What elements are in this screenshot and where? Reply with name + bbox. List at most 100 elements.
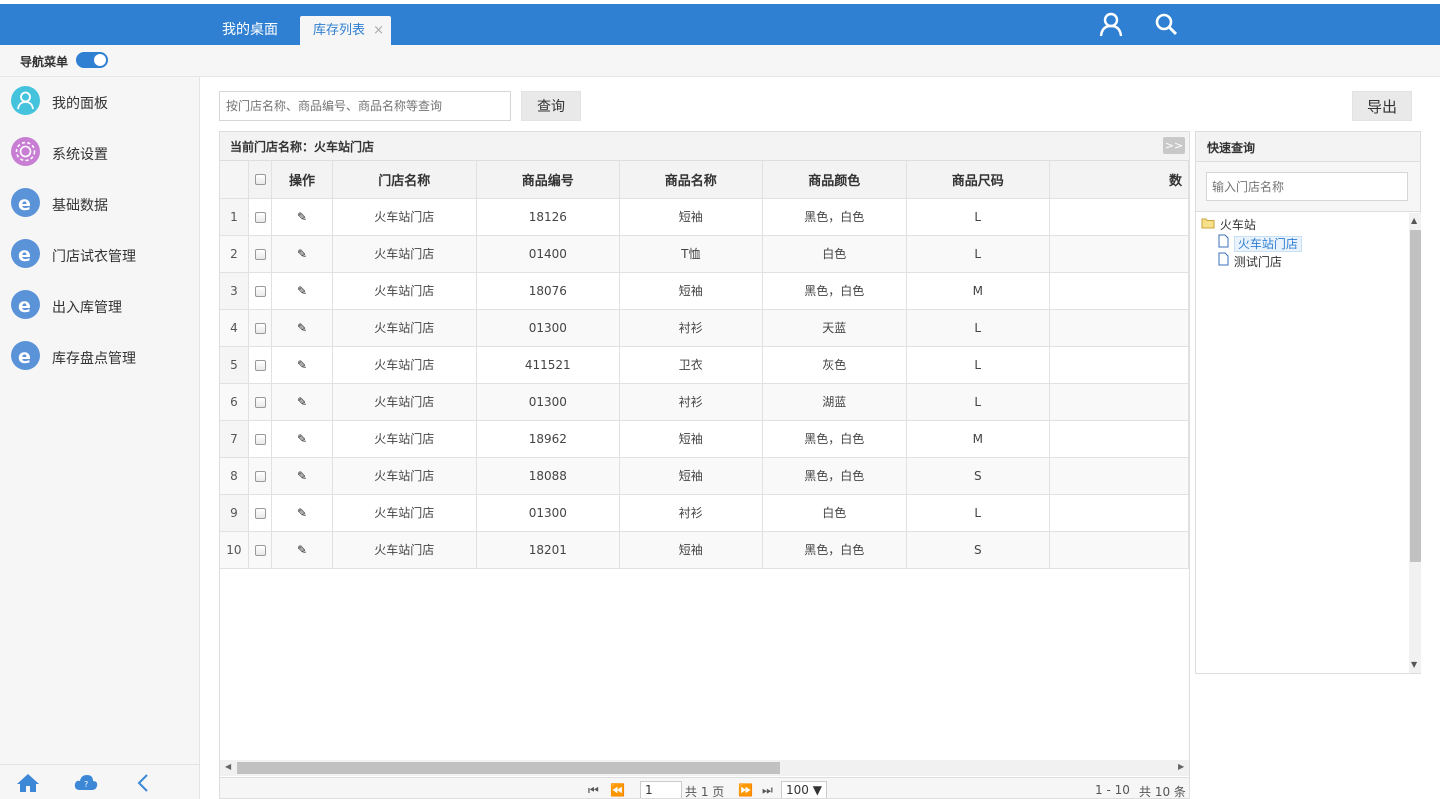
scroll-up-arrow[interactable]: ▲ bbox=[1411, 216, 1417, 225]
row-edit-cell[interactable]: ✎ bbox=[271, 309, 333, 347]
row-select-cell[interactable] bbox=[248, 272, 273, 310]
sidebar-item-system-settings[interactable]: 系统设置 bbox=[0, 131, 200, 177]
vertical-scrollbar[interactable]: ▲ ▼ bbox=[1409, 213, 1421, 673]
tab-label: 库存列表 bbox=[313, 23, 366, 38]
table-row[interactable]: 3 ✎ 火车站门店 18076 短袖 黑色，白色 M bbox=[220, 272, 1189, 310]
sidebar-item-basic-data[interactable]: e 基础数据 bbox=[0, 182, 200, 228]
home-icon[interactable] bbox=[16, 773, 40, 797]
cloud-help-icon[interactable]: ? bbox=[74, 773, 98, 795]
row-edit-cell[interactable]: ✎ bbox=[271, 272, 333, 310]
table-row[interactable]: 9 ✎ 火车站门店 01300 衬衫 白色 L bbox=[220, 494, 1189, 532]
row-edit-cell[interactable]: ✎ bbox=[271, 531, 333, 569]
edit-pencil-icon[interactable]: ✎ bbox=[297, 469, 307, 483]
horizontal-scrollbar[interactable]: ◀ ▶ bbox=[220, 760, 1189, 776]
column-header[interactable]: 商品颜色 bbox=[762, 161, 907, 199]
tree-root-node[interactable]: 火车站 bbox=[1201, 216, 1256, 233]
row-checkbox[interactable] bbox=[254, 507, 266, 519]
row-edit-cell[interactable]: ✎ bbox=[271, 235, 333, 273]
sidebar-item-stock-in-out[interactable]: e 出入库管理 bbox=[0, 284, 200, 330]
expand-panel-button[interactable]: >> bbox=[1163, 137, 1185, 154]
scroll-left-arrow[interactable]: ◀ bbox=[225, 762, 231, 771]
sidebar-item-my-panel[interactable]: 我的面板 bbox=[0, 80, 200, 126]
table-row[interactable]: 1 ✎ 火车站门店 18126 短袖 黑色，白色 L bbox=[220, 198, 1189, 236]
row-select-cell[interactable] bbox=[248, 235, 273, 273]
query-button[interactable]: 查询 bbox=[521, 91, 581, 121]
row-select-cell[interactable] bbox=[248, 346, 273, 384]
row-edit-cell[interactable]: ✎ bbox=[271, 383, 333, 421]
user-icon[interactable] bbox=[1098, 12, 1124, 38]
collapse-left-icon[interactable] bbox=[136, 773, 150, 797]
column-header[interactable]: 商品名称 bbox=[619, 161, 763, 199]
row-edit-cell[interactable]: ✎ bbox=[271, 420, 333, 458]
horizontal-scrollbar-thumb[interactable] bbox=[237, 762, 780, 774]
table-row[interactable]: 6 ✎ 火车站门店 01300 衬衫 湖蓝 L bbox=[220, 383, 1189, 421]
edit-pencil-icon[interactable]: ✎ bbox=[297, 506, 307, 520]
search-icon[interactable] bbox=[1154, 12, 1180, 38]
table-row[interactable]: 10 ✎ 火车站门店 18201 短袖 黑色，白色 S bbox=[220, 531, 1189, 569]
scroll-down-arrow[interactable]: ▼ bbox=[1411, 660, 1417, 669]
vertical-scrollbar-thumb[interactable] bbox=[1410, 230, 1421, 562]
edit-pencil-icon[interactable]: ✎ bbox=[297, 358, 307, 372]
product-size-cell: M bbox=[906, 272, 1050, 310]
edit-pencil-icon[interactable]: ✎ bbox=[297, 432, 307, 446]
select-all-header[interactable] bbox=[248, 161, 273, 199]
close-icon[interactable]: × bbox=[373, 16, 384, 45]
edit-pencil-icon[interactable]: ✎ bbox=[297, 210, 307, 224]
edit-pencil-icon[interactable]: ✎ bbox=[297, 321, 307, 335]
row-select-cell[interactable] bbox=[248, 383, 273, 421]
row-edit-cell[interactable]: ✎ bbox=[271, 198, 333, 236]
page-size-select[interactable]: 100 ▼ bbox=[781, 781, 827, 798]
search-input[interactable] bbox=[219, 91, 511, 121]
store-name-input[interactable] bbox=[1206, 172, 1408, 201]
tab-inventory-list[interactable]: 库存列表 × bbox=[300, 16, 391, 45]
tree-node-train-station-store[interactable]: 火车站门店 bbox=[1217, 234, 1302, 252]
sidebar-item-fitting-management[interactable]: e 门店试衣管理 bbox=[0, 233, 200, 279]
export-button[interactable]: 导出 bbox=[1352, 91, 1412, 121]
select-all-checkbox[interactable] bbox=[254, 173, 266, 185]
row-select-cell[interactable] bbox=[248, 457, 273, 495]
product-color-cell: 天蓝 bbox=[762, 309, 907, 347]
edit-pencil-icon[interactable]: ✎ bbox=[297, 395, 307, 409]
table-row[interactable]: 7 ✎ 火车站门店 18962 短袖 黑色，白色 M bbox=[220, 420, 1189, 458]
row-checkbox[interactable] bbox=[254, 433, 266, 445]
table-row[interactable]: 8 ✎ 火车站门店 18088 短袖 黑色，白色 S bbox=[220, 457, 1189, 495]
row-select-cell[interactable] bbox=[248, 309, 273, 347]
row-select-cell[interactable] bbox=[248, 531, 273, 569]
row-select-cell[interactable] bbox=[248, 198, 273, 236]
row-number-header bbox=[220, 161, 249, 199]
row-checkbox[interactable] bbox=[254, 359, 266, 371]
column-header[interactable]: 门店名称 bbox=[332, 161, 477, 199]
last-page-icon[interactable]: ⏭ bbox=[762, 783, 773, 798]
first-page-icon[interactable]: ⏮ bbox=[588, 783, 599, 798]
row-checkbox[interactable] bbox=[254, 211, 266, 223]
scroll-right-arrow[interactable]: ▶ bbox=[1178, 762, 1184, 771]
tab-desktop[interactable]: 我的桌面 bbox=[222, 16, 278, 45]
row-edit-cell[interactable]: ✎ bbox=[271, 457, 333, 495]
row-checkbox[interactable] bbox=[254, 544, 266, 556]
row-checkbox[interactable] bbox=[254, 322, 266, 334]
row-checkbox[interactable] bbox=[254, 470, 266, 482]
edit-pencil-icon[interactable]: ✎ bbox=[297, 543, 307, 557]
prev-page-icon[interactable]: ⏪ bbox=[610, 783, 625, 797]
tree-node-test-store[interactable]: 测试门店 bbox=[1217, 252, 1282, 270]
row-edit-cell[interactable]: ✎ bbox=[271, 494, 333, 532]
column-header[interactable]: 数 bbox=[1049, 161, 1189, 199]
row-select-cell[interactable] bbox=[248, 420, 273, 458]
row-checkbox[interactable] bbox=[254, 248, 266, 260]
product-color-cell: 湖蓝 bbox=[762, 383, 907, 421]
nav-menu-toggle[interactable] bbox=[76, 52, 108, 68]
column-header[interactable]: 商品尺码 bbox=[906, 161, 1050, 199]
table-row[interactable]: 5 ✎ 火车站门店 411521 卫衣 灰色 L bbox=[220, 346, 1189, 384]
page-number-input[interactable]: 1 bbox=[640, 781, 682, 798]
table-row[interactable]: 4 ✎ 火车站门店 01300 衬衫 天蓝 L bbox=[220, 309, 1189, 347]
next-page-icon[interactable]: ⏩ bbox=[738, 783, 753, 797]
edit-pencil-icon[interactable]: ✎ bbox=[297, 284, 307, 298]
row-checkbox[interactable] bbox=[254, 396, 266, 408]
row-select-cell[interactable] bbox=[248, 494, 273, 532]
row-edit-cell[interactable]: ✎ bbox=[271, 346, 333, 384]
edit-pencil-icon[interactable]: ✎ bbox=[297, 247, 307, 261]
column-header[interactable]: 商品编号 bbox=[476, 161, 620, 199]
sidebar-item-stocktaking[interactable]: e 库存盘点管理 bbox=[0, 335, 200, 381]
table-row[interactable]: 2 ✎ 火车站门店 01400 T恤 白色 L bbox=[220, 235, 1189, 273]
row-checkbox[interactable] bbox=[254, 285, 266, 297]
